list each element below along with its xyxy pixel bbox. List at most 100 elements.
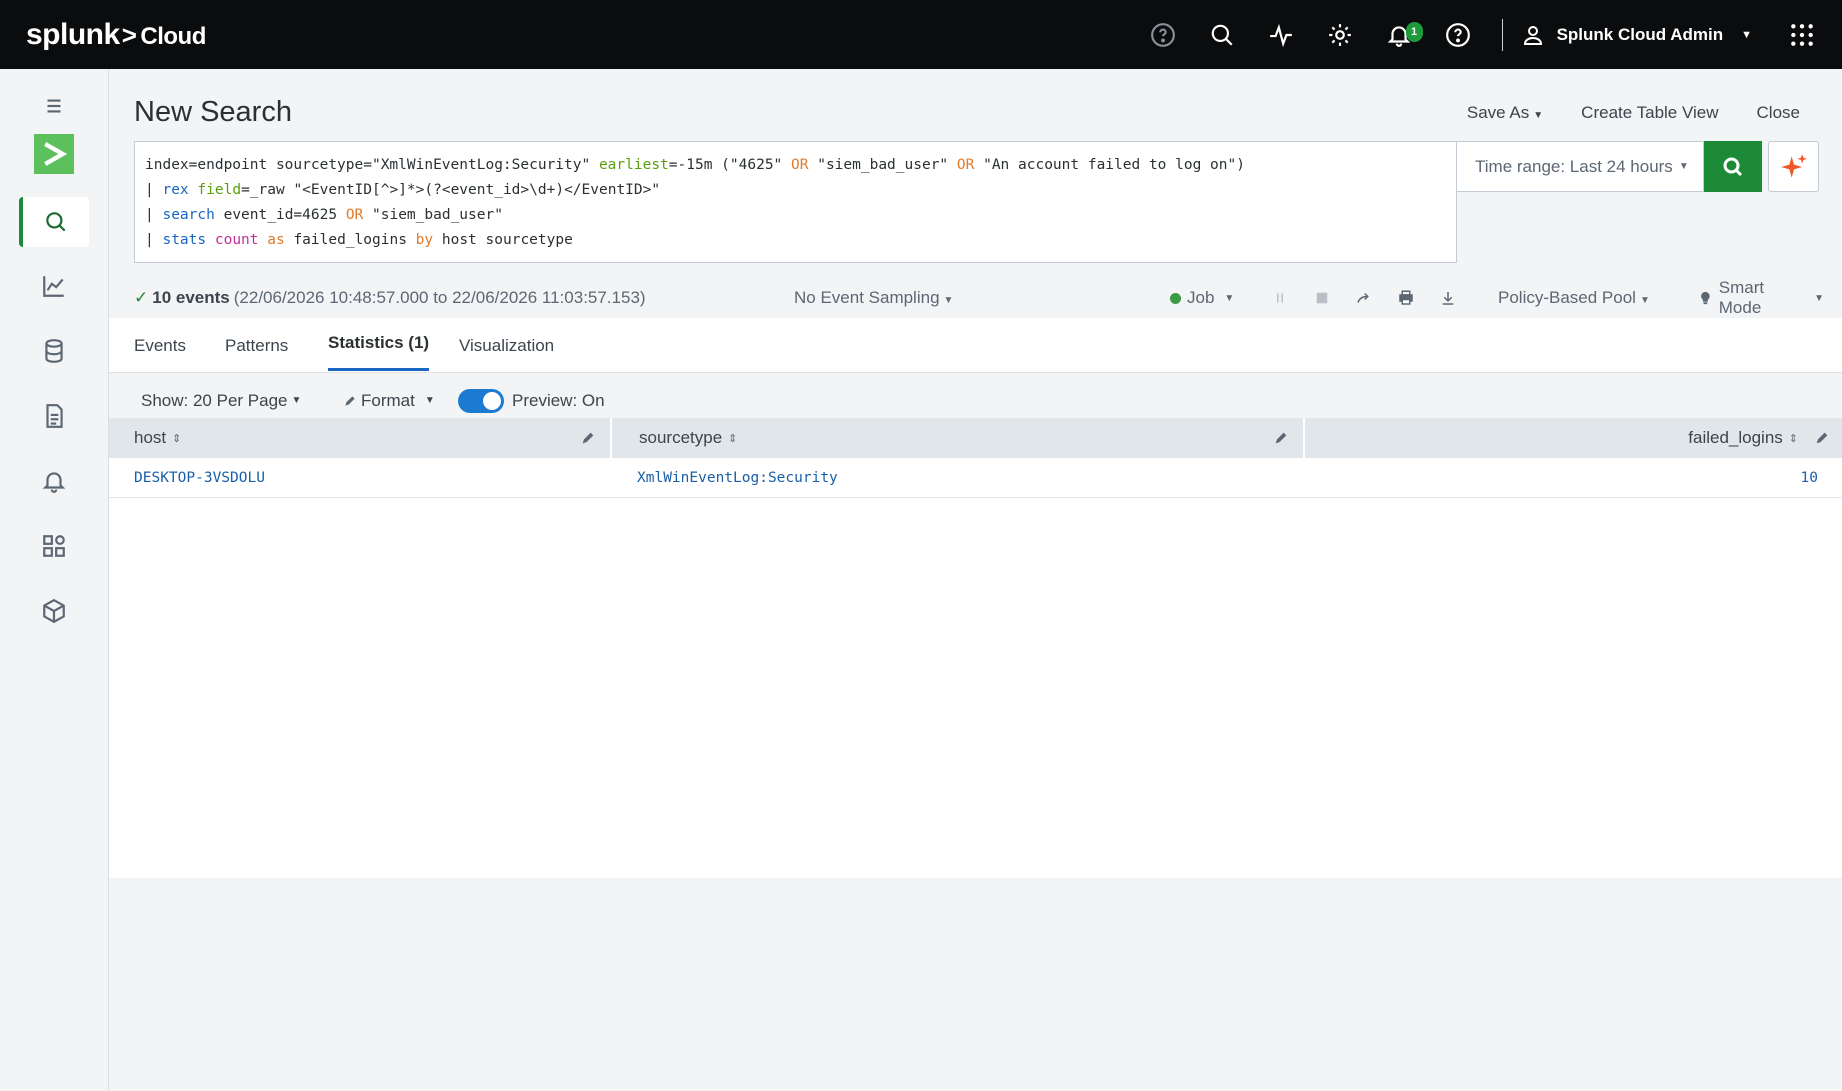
database-icon <box>45 339 63 363</box>
query-text: "siem_bad_user" <box>363 207 503 223</box>
ai-assistant-button[interactable] <box>1768 141 1819 192</box>
top-bar-icons: 1 Splunk Cloud Admin ▼ <box>1134 0 1842 69</box>
chevron-down-icon: ▼ <box>291 395 302 406</box>
preview-label: Preview: On <box>512 390 605 410</box>
event-count: 10 events <box>152 288 230 307</box>
logo-text: splunk <box>26 18 120 51</box>
logo-separator: > <box>121 20 137 50</box>
query-text: event_id=4625 <box>214 207 346 223</box>
column-header-failed-logins[interactable]: failed_logins ⇕ <box>1305 418 1842 458</box>
cell-failed-logins[interactable]: 10 <box>1801 470 1818 486</box>
sidebar-item-apps[interactable] <box>19 586 89 636</box>
pencil-icon[interactable] <box>1273 430 1289 446</box>
pencil-icon <box>345 395 355 406</box>
column-header-host[interactable]: host ⇕ <box>109 418 612 458</box>
bell-icon <box>42 472 66 493</box>
search-icon[interactable] <box>1193 0 1252 69</box>
bell-icon[interactable]: 1 <box>1370 0 1429 69</box>
gear-icon[interactable] <box>1311 0 1370 69</box>
splunk-cloud-logo[interactable]: splunk > Cloud <box>26 18 206 52</box>
cell-sourcetype[interactable]: XmlWinEventLog:Security <box>637 470 838 486</box>
print-icon[interactable] <box>1397 289 1415 307</box>
workload-pool-label: Policy-Based Pool <box>1498 288 1636 307</box>
column-header-sourcetype[interactable]: sourcetype ⇕ <box>612 418 1305 458</box>
workload-pool-dropdown[interactable]: Policy-Based Pool ▼ <box>1498 288 1650 308</box>
query-line-1: index=endpoint sourcetype="XmlWinEventLo… <box>145 153 1446 178</box>
create-table-view-button[interactable]: Create Table View <box>1581 103 1718 123</box>
lightbulb-icon <box>1701 291 1710 305</box>
event-sampling-label: No Event Sampling <box>794 288 940 307</box>
search-mode-dropdown[interactable]: Smart Mode ▼ <box>1698 278 1824 318</box>
query-operator: by <box>415 232 434 248</box>
tab-events[interactable]: Events <box>134 318 186 373</box>
tab-patterns[interactable]: Patterns <box>225 318 288 373</box>
query-command: search <box>162 207 215 223</box>
job-controls <box>1271 289 1457 307</box>
sidebar-item-reports[interactable] <box>19 391 89 441</box>
column-label: failed_logins <box>1688 428 1783 447</box>
chevron-down-icon: ▼ <box>1678 161 1689 172</box>
sidebar-item-dashboards[interactable] <box>19 521 89 571</box>
success-check-icon: ✓ <box>134 288 149 307</box>
time-range-picker[interactable]: Time range: Last 24 hours ▼ <box>1457 141 1704 192</box>
sidebar-item-analytics[interactable] <box>19 261 89 311</box>
results-tabs: Events Patterns Statistics (1) Visualiza… <box>109 318 1842 373</box>
column-label: sourcetype <box>639 428 723 447</box>
format-dropdown[interactable]: Format ▼ <box>343 391 435 411</box>
query-function: count <box>214 232 259 248</box>
sort-icon[interactable]: ⇕ <box>728 432 737 445</box>
query-text: "siem_bad_user" <box>808 157 957 173</box>
search-status-bar: ✓ 10 events (22/06/2026 10:48:57.000 to … <box>134 278 1824 318</box>
page-actions: Save As ▼ Create Table View Close <box>1467 103 1800 123</box>
help-icon[interactable] <box>1429 0 1488 69</box>
query-text: failed_logins <box>284 232 416 248</box>
sidebar-item-datasets[interactable] <box>19 326 89 376</box>
pause-icon[interactable] <box>1271 289 1289 307</box>
chevron-down-icon: ▼ <box>424 395 435 406</box>
tab-statistics[interactable]: Statistics (1) <box>328 318 430 371</box>
sidebar-item-alerts[interactable] <box>19 456 89 506</box>
query-operator: as <box>267 232 285 248</box>
preview-toggle[interactable]: Preview: On <box>458 388 605 413</box>
search-icon <box>46 212 66 232</box>
user-menu[interactable]: Splunk Cloud Admin ▼ <box>1521 23 1752 47</box>
event-sampling-dropdown[interactable]: No Event Sampling ▼ <box>794 288 953 308</box>
query-pipe: | <box>145 182 163 198</box>
job-menu[interactable]: Job ▼ <box>1170 288 1234 308</box>
app-logo-icon[interactable] <box>34 134 74 174</box>
close-button[interactable]: Close <box>1757 103 1800 123</box>
query-text: index=endpoint sourcetype="XmlWinEventLo… <box>145 157 599 173</box>
tab-visualization[interactable]: Visualization <box>459 318 554 373</box>
cell-host[interactable]: DESKTOP-3VSDOLU <box>134 470 265 486</box>
pencil-icon[interactable] <box>1814 430 1830 446</box>
chevron-down-icon: ▼ <box>1814 292 1824 304</box>
run-search-button[interactable] <box>1704 141 1762 192</box>
preview-switch[interactable] <box>458 388 504 413</box>
time-range-label: Time range: Last 24 hours <box>1475 156 1673 176</box>
sidebar <box>0 69 109 1091</box>
save-as-button[interactable]: Save As ▼ <box>1467 103 1543 123</box>
download-icon[interactable] <box>1439 289 1457 307</box>
sort-icon[interactable]: ⇕ <box>172 432 181 445</box>
hamburger-menu-icon[interactable] <box>19 81 89 131</box>
query-text: "An account failed to log on") <box>974 157 1245 173</box>
sparkle-icon <box>1780 153 1807 177</box>
table-row: DESKTOP-3VSDOLU XmlWinEventLog:Security … <box>109 458 1842 498</box>
query-keyword: earliest <box>598 157 669 173</box>
stop-icon[interactable] <box>1313 289 1331 307</box>
rows-per-page-dropdown[interactable]: Show: 20 Per Page ▼ <box>141 391 301 411</box>
activity-icon[interactable] <box>1252 0 1311 69</box>
help-circle-icon[interactable] <box>1134 0 1193 69</box>
search-query-input[interactable]: index=endpoint sourcetype="XmlWinEventLo… <box>134 141 1457 263</box>
pencil-icon[interactable] <box>580 430 596 446</box>
share-icon[interactable] <box>1355 289 1373 307</box>
sort-icon[interactable]: ⇕ <box>1789 432 1798 445</box>
query-line-4: | stats count as failed_logins by host s… <box>145 228 1446 253</box>
apps-grid-icon[interactable] <box>1782 0 1822 69</box>
query-operator: OR <box>956 157 975 173</box>
rows-per-page-label: Show: 20 Per Page <box>141 390 288 410</box>
query-pipe: | <box>145 232 163 248</box>
sidebar-item-search[interactable] <box>19 197 89 247</box>
event-time-range: (22/06/2026 10:48:57.000 to 22/06/2026 1… <box>233 288 646 307</box>
save-as-label: Save As <box>1466 103 1530 122</box>
